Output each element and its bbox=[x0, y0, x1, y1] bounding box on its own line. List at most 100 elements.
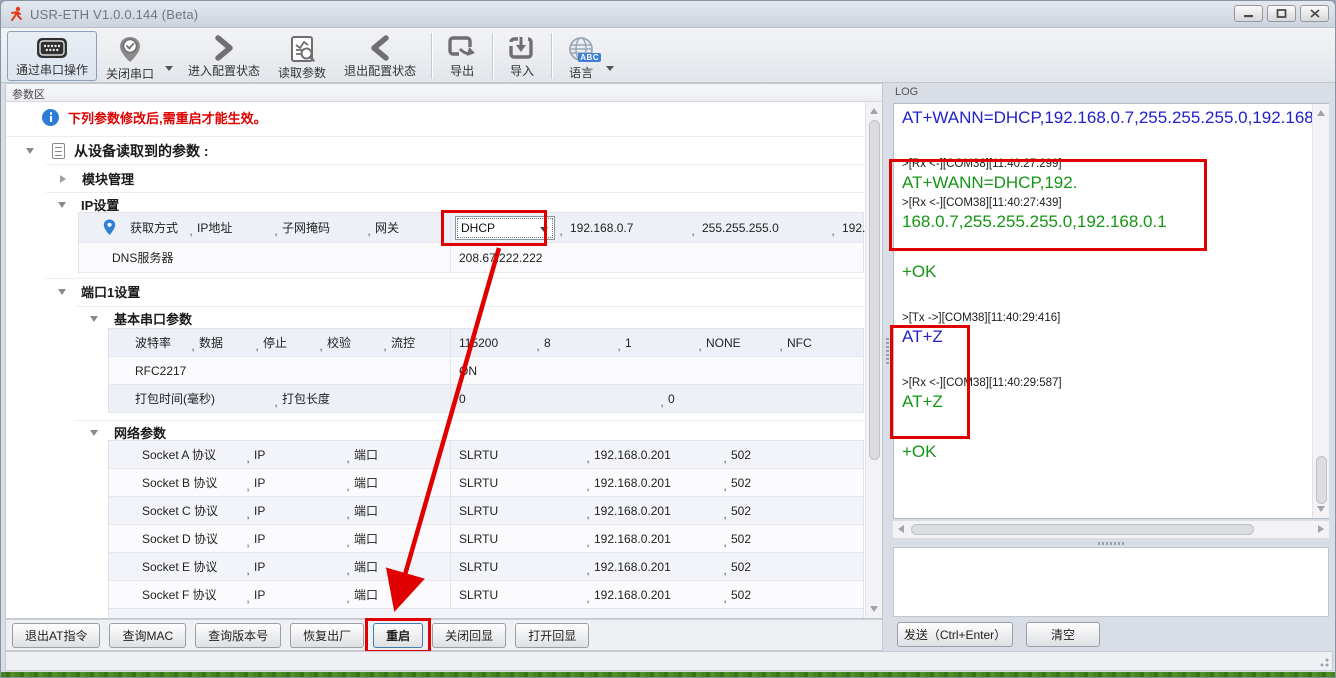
stop-bits-value[interactable]: 1 bbox=[625, 336, 694, 350]
toolbar-read-params-button[interactable]: 读取参数 bbox=[269, 31, 335, 81]
import-icon bbox=[508, 35, 536, 61]
dhcp-combobox[interactable]: DHCP bbox=[455, 216, 555, 240]
socket-label: Socket A 协议 bbox=[142, 446, 242, 463]
data-bits-value[interactable]: 8 bbox=[544, 336, 613, 350]
socket-protocol-value[interactable]: SLRTU bbox=[459, 448, 582, 462]
socket-ip-value[interactable]: 192.168.0.201 bbox=[594, 448, 719, 462]
expand-arrow-icon[interactable] bbox=[58, 289, 66, 295]
tree-root-row[interactable]: 从设备读取到的参数 : bbox=[6, 136, 879, 164]
scrollbar-thumb[interactable] bbox=[911, 524, 1254, 535]
send-input-box bbox=[893, 547, 1329, 617]
comma-separator: , bbox=[242, 479, 254, 493]
toolbar-separator bbox=[431, 33, 432, 79]
rfc2217-value[interactable]: ON bbox=[459, 364, 477, 378]
comma-separator: , bbox=[582, 591, 594, 605]
parameter-panel: 参数区 下列参数修改后,需重启才能生效。 从设备读取到的参数 : 模块管理 IP… bbox=[5, 83, 883, 619]
clear-button[interactable]: 清空 bbox=[1026, 622, 1100, 647]
pack-time-value[interactable]: 0 bbox=[459, 392, 656, 406]
flow-control-value[interactable]: NFC bbox=[787, 336, 812, 350]
comma-separator: , bbox=[342, 451, 354, 465]
action-button[interactable]: 恢复出厂 bbox=[290, 623, 364, 648]
toolbar-enter-config-button[interactable]: 进入配置状态 bbox=[179, 31, 269, 81]
toolbar-exit-config-button[interactable]: 退出配置状态 bbox=[335, 31, 425, 81]
socket-protocol-value[interactable]: SLRTU bbox=[459, 588, 582, 602]
socket-port-value[interactable]: 502 bbox=[731, 448, 751, 462]
close-port-dropdown-arrow[interactable] bbox=[165, 66, 173, 71]
expand-arrow-icon[interactable] bbox=[58, 202, 66, 208]
log-line: >[Rx <-][COM38][11:40:27:299] bbox=[902, 158, 1308, 170]
log-horizontal-scrollbar[interactable] bbox=[893, 521, 1329, 538]
action-button[interactable]: 关闭回显 bbox=[432, 623, 506, 648]
scroll-left-arrow[interactable] bbox=[898, 525, 904, 533]
send-input[interactable] bbox=[894, 548, 1328, 616]
expand-arrow-icon[interactable] bbox=[90, 316, 98, 322]
clipped-table-row bbox=[108, 608, 864, 618]
comma-separator: , bbox=[719, 563, 731, 577]
toolbar-close-port-button[interactable]: 关闭串口 bbox=[97, 31, 163, 81]
location-pin-icon bbox=[103, 219, 116, 236]
panel-splitter[interactable] bbox=[883, 83, 891, 619]
scrollbar-thumb[interactable] bbox=[869, 120, 880, 460]
baud-value[interactable]: 115200 bbox=[459, 336, 532, 350]
scroll-down-arrow[interactable] bbox=[870, 606, 878, 612]
scroll-up-arrow[interactable] bbox=[870, 108, 878, 114]
socket-port-value[interactable]: 502 bbox=[731, 588, 751, 602]
ip-address-value[interactable]: 192.168.0.7 bbox=[567, 221, 687, 235]
toolbar-serial-mode-button[interactable]: 通过串口操作 bbox=[7, 31, 97, 81]
toolbar-button-label: 导出 bbox=[450, 62, 474, 79]
subnet-mask-value[interactable]: 255.255.255.0 bbox=[699, 221, 827, 235]
socket-port-value[interactable]: 502 bbox=[731, 476, 751, 490]
splitter-grip-icon bbox=[886, 338, 889, 364]
socket-ip-value[interactable]: 192.168.0.201 bbox=[594, 504, 719, 518]
language-dropdown-arrow[interactable] bbox=[606, 66, 614, 71]
log-output[interactable]: AT+WANN=DHCP,192.168.0.7,255.255.255.0,1… bbox=[893, 103, 1329, 519]
socket-protocol-value[interactable]: SLRTU bbox=[459, 560, 582, 574]
socket-port-value[interactable]: 502 bbox=[731, 504, 751, 518]
action-button[interactable]: 打开回显 bbox=[515, 623, 589, 648]
scroll-up-arrow[interactable] bbox=[1317, 110, 1325, 116]
socket-ip-value[interactable]: 192.168.0.201 bbox=[594, 560, 719, 574]
minimize-button[interactable] bbox=[1234, 5, 1263, 22]
socket-port-value[interactable]: 502 bbox=[731, 560, 751, 574]
socket-protocol-value[interactable]: SLRTU bbox=[459, 504, 582, 518]
toolbar-separator bbox=[492, 33, 493, 79]
scroll-right-arrow[interactable] bbox=[1318, 525, 1324, 533]
toolbar-export-button[interactable]: 导出 bbox=[438, 31, 486, 81]
socket-ip-value[interactable]: 192.168.0.201 bbox=[594, 532, 719, 546]
toolbar-language-button[interactable]: ABC 语言 bbox=[558, 31, 604, 81]
close-button[interactable] bbox=[1300, 5, 1329, 22]
pack-length-value[interactable]: 0 bbox=[668, 392, 675, 406]
comma-separator: , bbox=[363, 224, 375, 238]
tree-section-port1[interactable]: 端口1设置 bbox=[46, 278, 879, 304]
tree-section-module[interactable]: 模块管理 bbox=[46, 164, 879, 192]
field-label: IP bbox=[254, 588, 342, 602]
parameter-scrollbar[interactable] bbox=[865, 102, 882, 618]
send-button[interactable]: 发送（Ctrl+Enter） bbox=[897, 622, 1013, 647]
collapse-arrow-icon[interactable] bbox=[60, 175, 66, 183]
comma-separator: , bbox=[656, 395, 668, 409]
socket-protocol-value[interactable]: SLRTU bbox=[459, 532, 582, 546]
scrollbar-thumb[interactable] bbox=[1316, 456, 1327, 504]
comma-separator: , bbox=[719, 479, 731, 493]
parity-value[interactable]: NONE bbox=[706, 336, 775, 350]
resize-grip-icon[interactable] bbox=[1318, 656, 1329, 667]
socket-ip-value[interactable]: 192.168.0.201 bbox=[594, 476, 719, 490]
log-vertical-scrollbar[interactable] bbox=[1312, 104, 1329, 518]
expand-arrow-icon[interactable] bbox=[90, 430, 98, 436]
toolbar-import-button[interactable]: 导入 bbox=[499, 31, 545, 81]
action-button[interactable]: 查询MAC bbox=[109, 623, 186, 648]
expand-arrow-icon[interactable] bbox=[26, 148, 34, 154]
action-button[interactable]: 查询版本号 bbox=[195, 623, 281, 648]
socket-port-value[interactable]: 502 bbox=[731, 532, 751, 546]
action-button[interactable]: 退出AT指令 bbox=[12, 623, 100, 648]
socket-ip-value[interactable]: 192.168.0.201 bbox=[594, 588, 719, 602]
tree-section-serial[interactable]: 基本串口参数 bbox=[76, 306, 879, 330]
socket-protocol-value[interactable]: SLRTU bbox=[459, 476, 582, 490]
maximize-button[interactable] bbox=[1267, 5, 1296, 22]
log-splitter[interactable] bbox=[893, 539, 1329, 547]
action-button[interactable]: 重启 bbox=[373, 623, 423, 648]
dhcp-combobox-value: DHCP bbox=[461, 221, 495, 235]
dns-value[interactable]: 208.67.222.222 bbox=[459, 251, 542, 265]
table-row-dns: DNS服务器 208.67.222.222 bbox=[79, 243, 863, 273]
scroll-down-arrow[interactable] bbox=[1317, 506, 1325, 512]
